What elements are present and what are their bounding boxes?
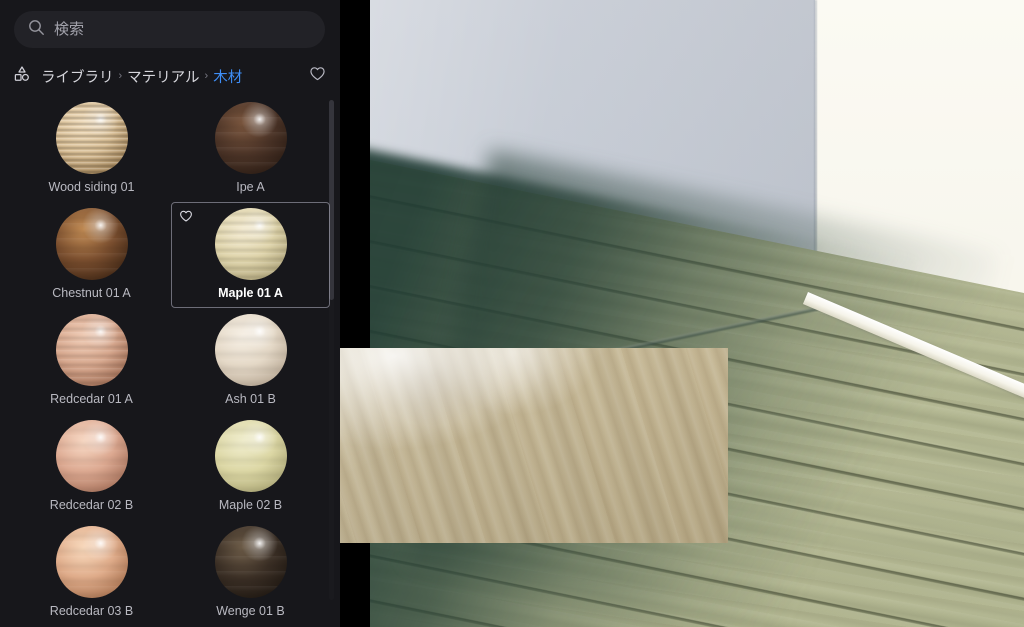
breadcrumb: ライブラリ › マテリアル › 木材 [12, 62, 328, 90]
material-cell[interactable]: Redcedar 02 B [12, 414, 171, 520]
search-input[interactable] [54, 21, 311, 38]
material-sphere-thumbnail [214, 208, 287, 280]
breadcrumb-separator-1: › [118, 69, 123, 82]
material-sphere-thumbnail [55, 526, 128, 598]
material-label: Maple 01 A [218, 286, 283, 300]
material-cell[interactable]: Redcedar 03 B [12, 520, 171, 626]
material-sphere-thumbnail [55, 208, 128, 280]
material-cell[interactable]: Redcedar 01 A [12, 308, 171, 414]
material-sphere-thumbnail [214, 102, 287, 174]
material-label: Redcedar 03 B [49, 604, 134, 618]
material-cell[interactable]: Wood siding 01 [12, 96, 171, 202]
material-cell[interactable]: Maple 01 A [171, 202, 330, 308]
breadcrumb-item-wood[interactable]: 木材 [213, 66, 242, 87]
app-root: ライブラリ › マテリアル › 木材 Wood siding 01 Ipe A Ch… [0, 0, 1024, 627]
material-label: Chestnut 01 A [52, 286, 131, 300]
material-cell[interactable]: Maple 02 B [171, 414, 330, 520]
material-cell[interactable]: Chestnut 01 A [12, 202, 171, 308]
material-label: Maple 02 B [218, 498, 283, 512]
sidebar-scrollbar-thumb[interactable] [329, 100, 334, 300]
material-sphere-thumbnail [55, 420, 128, 492]
favorites-filter-button[interactable] [306, 65, 328, 87]
material-cell[interactable]: Ipe A [171, 96, 330, 202]
breadcrumb-item-library[interactable]: ライブラリ [41, 66, 114, 87]
material-label: Ash 01 B [225, 392, 276, 406]
material-preview-texture [340, 348, 728, 543]
material-label: Wood siding 01 [48, 180, 135, 194]
material-grid[interactable]: Wood siding 01 Ipe A Chestnut 01 A Maple 01… [0, 96, 340, 627]
material-label: Wenge 01 B [216, 604, 285, 618]
material-sphere-thumbnail [214, 420, 287, 492]
heart-outline-icon [308, 64, 327, 88]
material-sphere-thumbnail [214, 526, 287, 598]
heart-outline-icon[interactable] [178, 208, 194, 224]
library-shapes-icon [12, 64, 32, 89]
material-cell[interactable]: Ash 01 B [171, 308, 330, 414]
breadcrumb-separator-2: › [204, 69, 209, 82]
material-label: Redcedar 01 A [50, 392, 133, 406]
material-cell[interactable]: Wenge 01 B [171, 520, 330, 626]
material-preview-swatch[interactable] [340, 348, 728, 543]
material-sphere-thumbnail [214, 314, 287, 386]
sidebar-scrollbar-track[interactable] [329, 100, 334, 600]
search-icon [28, 19, 45, 41]
material-sphere-thumbnail [55, 314, 128, 386]
breadcrumb-item-materials[interactable]: マテリアル [127, 66, 199, 87]
material-label: Redcedar 02 B [49, 498, 134, 512]
material-label: Ipe A [236, 180, 265, 194]
material-sphere-thumbnail [55, 102, 128, 174]
material-browser-sidebar: ライブラリ › マテリアル › 木材 Wood siding 01 Ipe A Ch… [0, 0, 340, 627]
search-bar[interactable] [14, 11, 325, 48]
